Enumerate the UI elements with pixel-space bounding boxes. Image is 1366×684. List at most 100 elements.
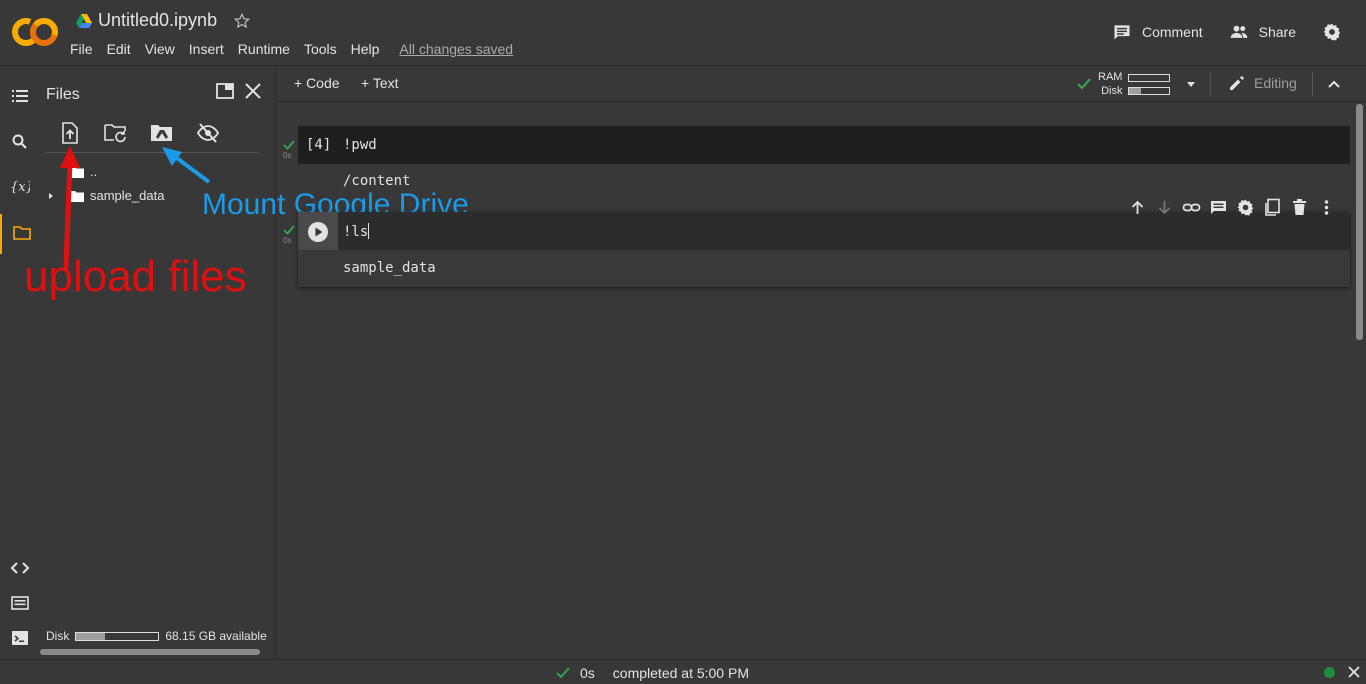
chevron-up-icon[interactable]	[1325, 76, 1343, 94]
cell-editor[interactable]	[338, 212, 1350, 250]
notebook-toolbar: + Code + Text	[277, 66, 1366, 102]
mirror-cell-icon[interactable]	[1263, 198, 1282, 217]
horizontal-scrollbar[interactable]	[40, 649, 260, 655]
save-status-link[interactable]: All changes saved	[399, 41, 520, 57]
drive-icon	[76, 13, 92, 28]
cell-code[interactable]: !pwd	[343, 137, 377, 153]
status-message: completed at 5:00 PM	[612, 665, 749, 681]
files-toolbar	[58, 122, 220, 144]
menu-runtime[interactable]: Runtime	[238, 41, 297, 57]
vertical-scrollbar[interactable]	[1356, 104, 1363, 340]
command-palette-icon[interactable]	[10, 593, 30, 613]
resource-labels: RAM Disk	[1098, 70, 1122, 98]
editing-label: Editing	[1254, 75, 1297, 91]
status-center[interactable]: 0s completed at 5:00 PM	[556, 665, 749, 681]
editing-mode-button[interactable]: Editing	[1228, 74, 1297, 92]
ram-label: RAM	[1098, 71, 1123, 83]
colab-logo[interactable]	[12, 12, 58, 52]
files-panel-title: Files	[46, 86, 80, 103]
status-time: 0s	[580, 665, 595, 681]
annotation-upload-files: upload files	[24, 252, 247, 301]
cell-execution-count: [4]	[306, 137, 332, 153]
tree-item-label: sample_data	[90, 188, 165, 203]
delete-icon[interactable]	[1290, 198, 1309, 217]
header-actions: Comment Share	[1086, 22, 1342, 42]
ram-bar	[1128, 73, 1171, 82]
chevron-down-icon[interactable]	[1184, 77, 1198, 91]
disk-usage-bar	[75, 631, 160, 641]
close-panel-icon[interactable]	[242, 80, 264, 102]
cell-output: sample_data	[343, 260, 436, 276]
variables-icon[interactable]: {x}	[10, 176, 30, 196]
menu-tools[interactable]: Tools	[304, 41, 344, 57]
cell-code[interactable]: !ls	[343, 223, 370, 240]
notebook-title[interactable]: Untitled0.ipynb	[98, 10, 217, 31]
folder-icon	[70, 190, 84, 202]
disk-bar-toolbar	[1128, 86, 1171, 95]
menu-bar: File Edit View Insert Runtime Tools Help…	[70, 41, 527, 57]
code-cell-active[interactable]: !ls sample_data	[298, 212, 1350, 287]
menu-view[interactable]: View	[145, 41, 182, 57]
left-rail: {x}	[0, 66, 38, 659]
disk-fill-toolbar	[1129, 87, 1142, 94]
cell-output: /content	[343, 173, 411, 189]
share-label: Share	[1258, 24, 1296, 40]
files-icon	[13, 226, 31, 240]
code-snippets-icon[interactable]	[10, 558, 30, 578]
mount-drive-icon[interactable]	[150, 122, 174, 144]
resource-bars	[1128, 73, 1171, 95]
more-icon[interactable]	[1317, 198, 1336, 217]
connected-check-icon	[1077, 78, 1091, 90]
move-down-icon[interactable]	[1155, 198, 1174, 217]
comment-button[interactable]: Comment	[1112, 22, 1203, 42]
comment-icon[interactable]	[1209, 198, 1228, 217]
resource-monitor[interactable]: RAM Disk	[1076, 70, 1198, 98]
menu-insert[interactable]: Insert	[189, 41, 231, 57]
hide-hidden-files-icon[interactable]	[196, 122, 220, 144]
status-check-icon	[556, 667, 570, 679]
terminal-icon[interactable]	[10, 628, 30, 648]
share-button[interactable]: Share	[1229, 22, 1296, 42]
table-of-contents-icon[interactable]	[10, 86, 30, 106]
move-up-icon[interactable]	[1128, 198, 1147, 217]
cell-exec-time: 0s	[283, 236, 292, 245]
menu-help[interactable]: Help	[351, 41, 387, 57]
share-icon	[1230, 25, 1247, 38]
upload-file-icon[interactable]	[58, 122, 82, 144]
cell-settings-icon[interactable]	[1236, 198, 1255, 217]
text-cursor	[368, 223, 370, 239]
settings-icon	[1323, 23, 1341, 41]
pencil-icon	[1230, 76, 1244, 90]
add-code-button[interactable]: + Code	[294, 75, 340, 91]
disk-available: 68.15 GB available	[165, 629, 267, 643]
menu-file[interactable]: File	[70, 41, 100, 57]
refresh-folder-icon[interactable]	[104, 122, 128, 144]
disk-usage-fill	[76, 632, 106, 640]
connection-status-dot	[1324, 667, 1335, 678]
menu-edit[interactable]: Edit	[107, 41, 138, 57]
tree-item-sample-data[interactable]: sample_data	[46, 188, 164, 203]
close-icon[interactable]	[1347, 665, 1361, 679]
expand-arrow-icon[interactable]	[46, 191, 56, 201]
files-divider	[46, 152, 258, 153]
open-in-window-icon[interactable]	[214, 80, 236, 102]
toolbar-separator	[1312, 72, 1313, 96]
svg-text:{x}: {x}	[10, 180, 30, 195]
folder-icon	[70, 166, 84, 178]
code-cell[interactable]: [4] !pwd	[298, 126, 1350, 164]
disk-usage: Disk 68.15 GB available	[46, 629, 267, 643]
star-icon[interactable]	[233, 12, 251, 30]
settings-button[interactable]	[1322, 22, 1342, 42]
add-text-button[interactable]: + Text	[361, 75, 399, 91]
files-tab[interactable]	[0, 214, 38, 254]
search-icon[interactable]	[10, 132, 30, 152]
run-cell-icon[interactable]	[307, 221, 329, 243]
link-icon[interactable]	[1182, 198, 1201, 217]
tree-item-parent[interactable]: ..	[70, 164, 97, 179]
comment-label: Comment	[1141, 24, 1203, 40]
files-panel: Files .. sample_data Disk 68.15 GB avail…	[38, 66, 276, 659]
cell-toolbar	[1128, 198, 1336, 217]
header: Untitled0.ipynb File Edit View Insert Ru…	[0, 0, 1366, 66]
title-row: Untitled0.ipynb	[76, 10, 251, 31]
cell-success-check-icon	[283, 140, 295, 150]
